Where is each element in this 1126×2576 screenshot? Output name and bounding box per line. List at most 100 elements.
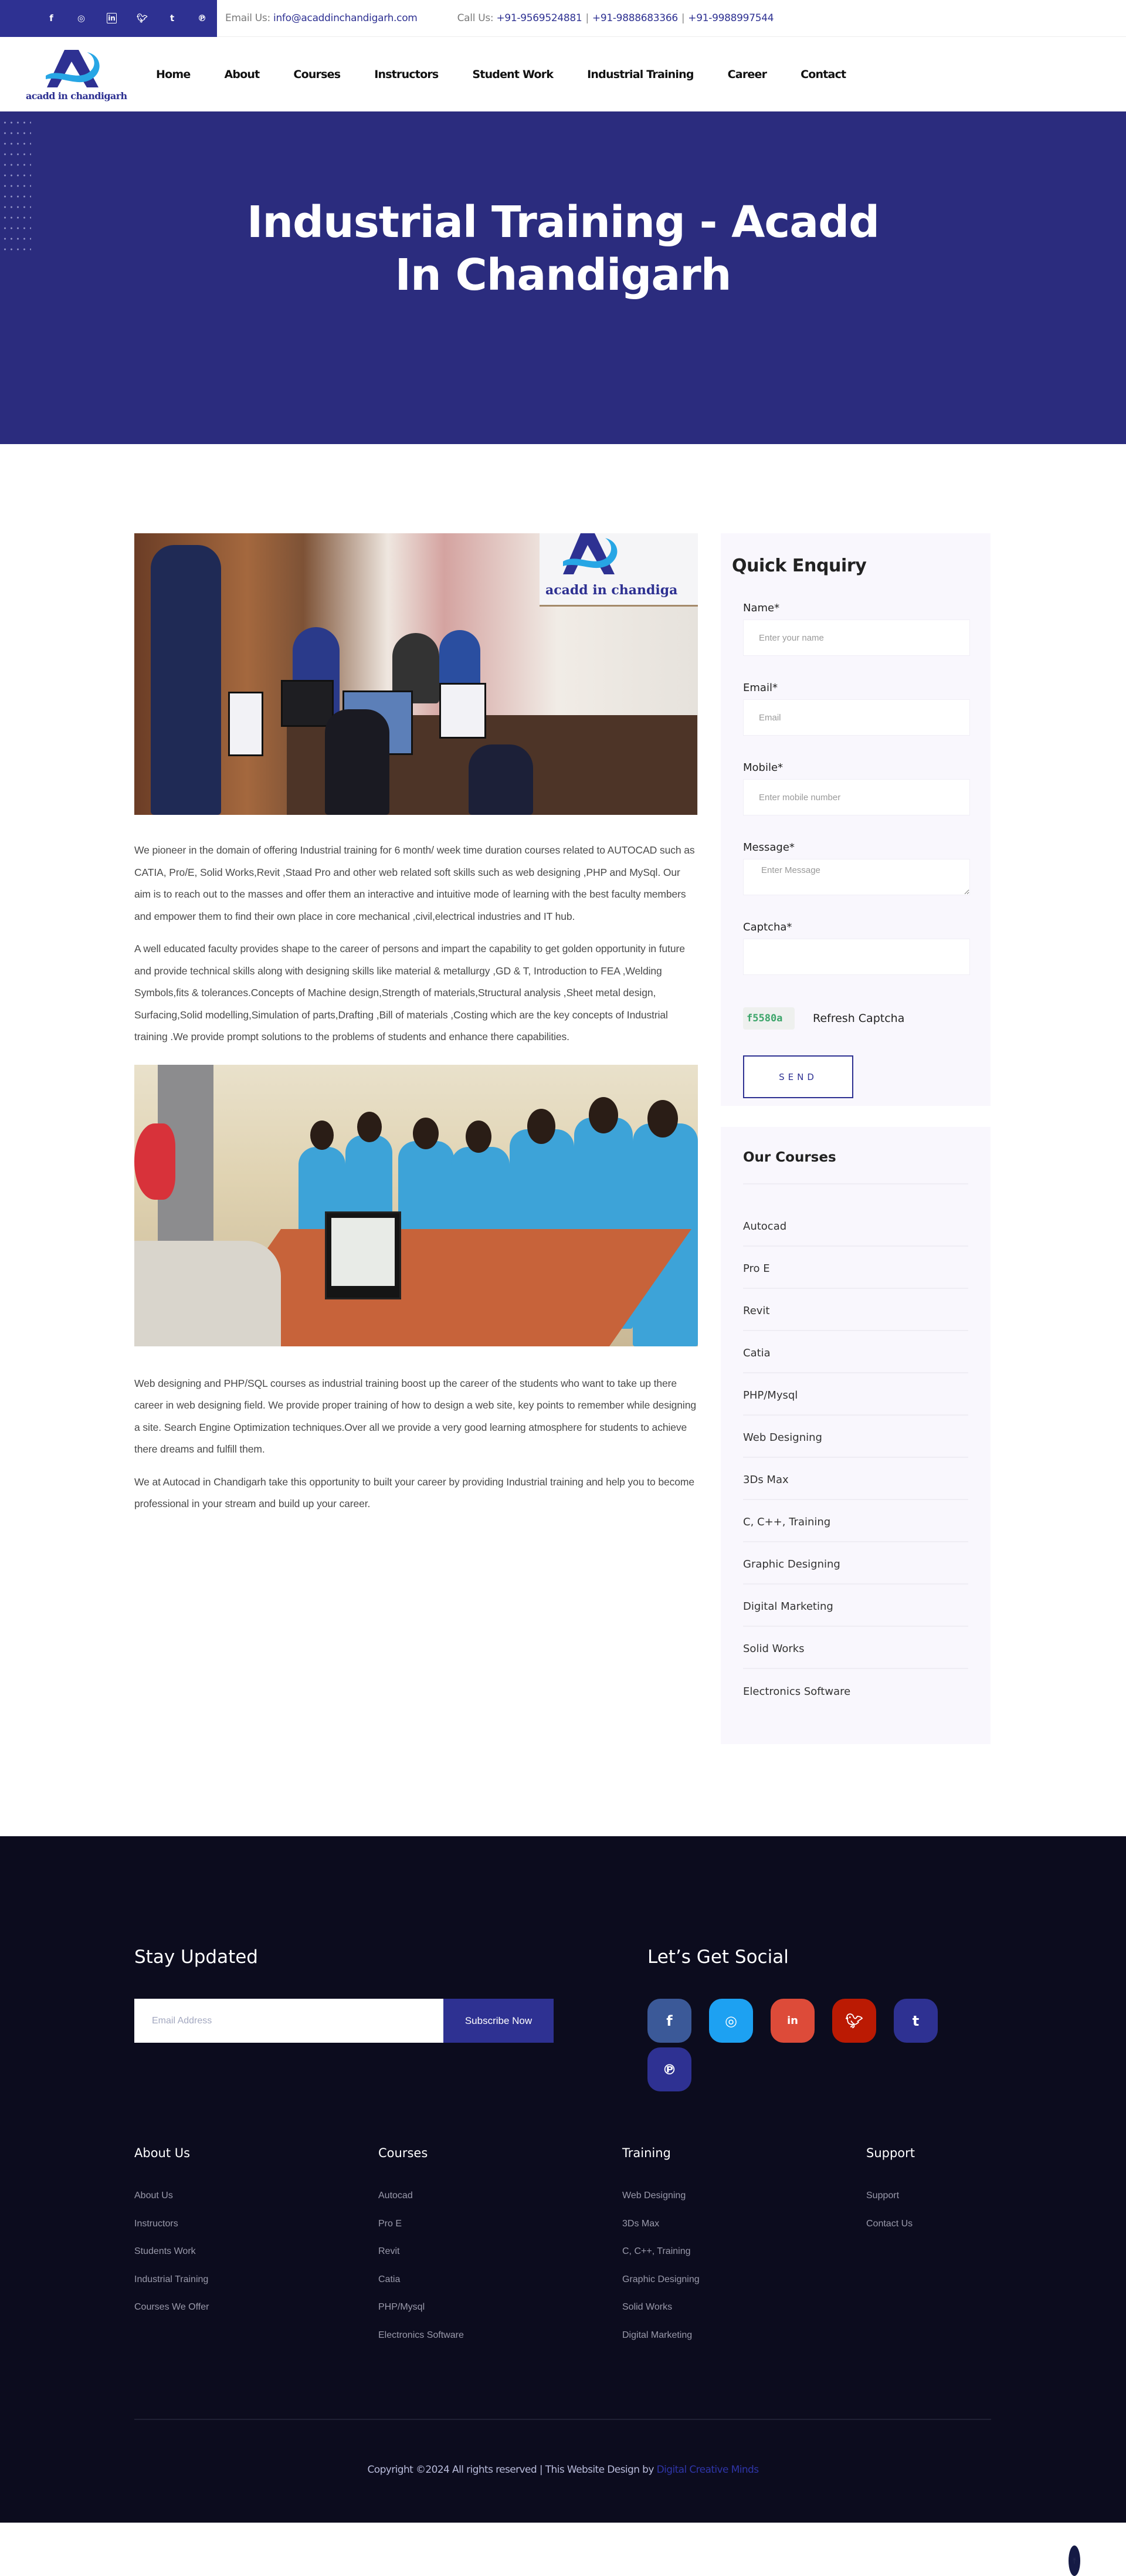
nav-career[interactable]: Career (728, 68, 767, 81)
course-link[interactable]: Web Designing (743, 1416, 968, 1458)
footer-link[interactable]: Revit (378, 2246, 622, 2274)
twitter-icon[interactable]: 🐦︎ (127, 13, 157, 23)
photo-signboard: acadd in chandiga (540, 533, 698, 607)
footer-link[interactable]: Digital Marketing (622, 2330, 866, 2358)
course-link[interactable]: Digital Marketing (743, 1585, 968, 1627)
dot-pattern (2, 117, 31, 252)
footer-link[interactable]: Graphic Designing (622, 2274, 866, 2303)
phone-link-3[interactable]: +91-9988997544 (688, 12, 774, 24)
footer-link[interactable]: Support (866, 2191, 1110, 2219)
tumblr-icon[interactable]: t (157, 13, 187, 23)
laptop-screen (228, 692, 263, 756)
course-link[interactable]: Solid Works (743, 1627, 968, 1669)
footer-link[interactable]: PHP/Mysql (378, 2302, 622, 2330)
student-figure (469, 744, 533, 815)
course-link[interactable]: Autocad (743, 1205, 968, 1247)
social-title: Let’s Get Social (647, 1947, 789, 1968)
footer-link[interactable]: C, C++, Training (622, 2246, 866, 2274)
separator: | (585, 12, 589, 24)
footer-link[interactable]: Industrial Training (134, 2274, 378, 2303)
instructor-figure (134, 1123, 175, 1200)
email-link[interactable]: info@acaddinchandigarh.com (273, 12, 418, 24)
head-shape (413, 1117, 439, 1149)
laptop-screen (439, 683, 486, 739)
newsletter-email-input[interactable] (134, 1999, 443, 2043)
course-link[interactable]: 3Ds Max (743, 1458, 968, 1500)
nav-student-work[interactable]: Student Work (472, 68, 554, 81)
nav-home[interactable]: Home (156, 68, 191, 81)
captcha-input[interactable] (743, 939, 970, 975)
footer-link[interactable]: Solid Works (622, 2302, 866, 2330)
head-shape (310, 1120, 334, 1150)
course-link[interactable]: Graphic Designing (743, 1542, 968, 1585)
nav-industrial-training[interactable]: Industrial Training (587, 68, 694, 81)
footer-link[interactable]: Catia (378, 2274, 622, 2303)
tumblr-icon[interactable]: t (894, 1999, 938, 2043)
head-shape (527, 1108, 555, 1144)
footer-link[interactable]: About Us (134, 2191, 378, 2219)
course-link[interactable]: Electronics Software (743, 1669, 968, 1711)
footer-divider (134, 2419, 991, 2420)
top-social-links: f ◎ in 🐦︎ t ℗ (0, 0, 217, 37)
linkedin-icon[interactable]: in (106, 13, 117, 23)
phone-link-2[interactable]: +91-9888683366 (592, 12, 678, 24)
footer-link[interactable]: Autocad (378, 2191, 622, 2219)
footer-col-about: About Us About Us Instructors Students W… (134, 2146, 378, 2358)
social-buttons: f ◎ in 🐦︎ t ℗ (647, 1999, 952, 2091)
facebook-icon[interactable]: f (647, 1999, 691, 2043)
site-logo[interactable]: acadd in chandigarh (23, 45, 135, 104)
email-input[interactable] (743, 699, 970, 736)
footer-link[interactable]: Instructors (134, 2219, 378, 2247)
logo-mark-icon (46, 49, 100, 87)
courses-title: Our Courses (743, 1150, 968, 1184)
subscribe-button[interactable]: Subscribe Now (443, 1999, 554, 2043)
instagram-icon[interactable]: ◎ (709, 1999, 753, 2043)
footer-link[interactable]: Pro E (378, 2219, 622, 2247)
footer-link[interactable]: Courses We Offer (134, 2302, 378, 2330)
course-link[interactable]: C, C++, Training (743, 1500, 968, 1542)
footer-link[interactable]: Web Designing (622, 2191, 866, 2219)
sidebar: Quick Enquiry Name* Email* Mobile* Messa… (721, 533, 991, 1744)
phone-link-1[interactable]: +91-9569524881 (496, 12, 582, 24)
footer-link[interactable]: Contact Us (866, 2219, 1110, 2247)
pinterest-icon[interactable]: ℗ (647, 2047, 691, 2091)
email-field-group: Email* (743, 682, 970, 736)
footer-link[interactable]: Electronics Software (378, 2330, 622, 2358)
footer-link[interactable]: 3Ds Max (622, 2219, 866, 2247)
classroom-photo: acadd in chandiga (134, 533, 698, 815)
site-footer: Stay Updated Subscribe Now Let’s Get Soc… (0, 1836, 1126, 2576)
course-link[interactable]: Catia (743, 1331, 968, 1373)
email-label: Email* (743, 682, 778, 694)
facebook-icon[interactable]: f (36, 13, 66, 23)
course-link[interactable]: Revit (743, 1289, 968, 1331)
footer-col-title: Courses (378, 2146, 428, 2160)
refresh-captcha-link[interactable]: Refresh Captcha (813, 1012, 904, 1025)
name-label: Name* (743, 602, 780, 614)
message-textarea[interactable] (743, 859, 970, 895)
nav-courses[interactable]: Courses (293, 68, 341, 81)
pinterest-icon[interactable]: ℗ (187, 13, 217, 23)
course-link[interactable]: Pro E (743, 1247, 968, 1289)
name-field-group: Name* (743, 602, 970, 656)
footer-col-title: Support (866, 2146, 915, 2160)
subscribe-form: Subscribe Now (134, 1999, 554, 2043)
nav-contact[interactable]: Contact (801, 68, 846, 81)
course-link[interactable]: PHP/Mysql (743, 1373, 968, 1416)
nav-about[interactable]: About (224, 68, 260, 81)
linkedin-icon[interactable]: in (771, 1999, 815, 2043)
name-input[interactable] (743, 620, 970, 656)
nav-instructors[interactable]: Instructors (374, 68, 439, 81)
main-nav: Home About Courses Instructors Student W… (156, 68, 880, 81)
instagram-icon[interactable]: ◎ (66, 13, 96, 23)
send-button[interactable]: SEND (743, 1055, 853, 1098)
mobile-input[interactable] (743, 779, 970, 815)
twitter-icon[interactable]: 🐦︎ (832, 1999, 876, 2043)
courses-list: Autocad Pro E Revit Catia PHP/Mysql Web … (743, 1205, 968, 1711)
quick-enquiry-form: Quick Enquiry Name* Email* Mobile* Messa… (721, 533, 991, 1106)
mobile-field-group: Mobile* (743, 761, 970, 815)
copyright-text: Copyright ©2024 All rights reserved | Th… (367, 2464, 657, 2476)
designer-link[interactable]: Digital Creative Minds (657, 2464, 759, 2476)
scroll-to-top-icon[interactable]: ⤒ (1069, 2545, 1080, 2576)
instructor-figure (151, 545, 221, 815)
footer-link[interactable]: Students Work (134, 2246, 378, 2274)
